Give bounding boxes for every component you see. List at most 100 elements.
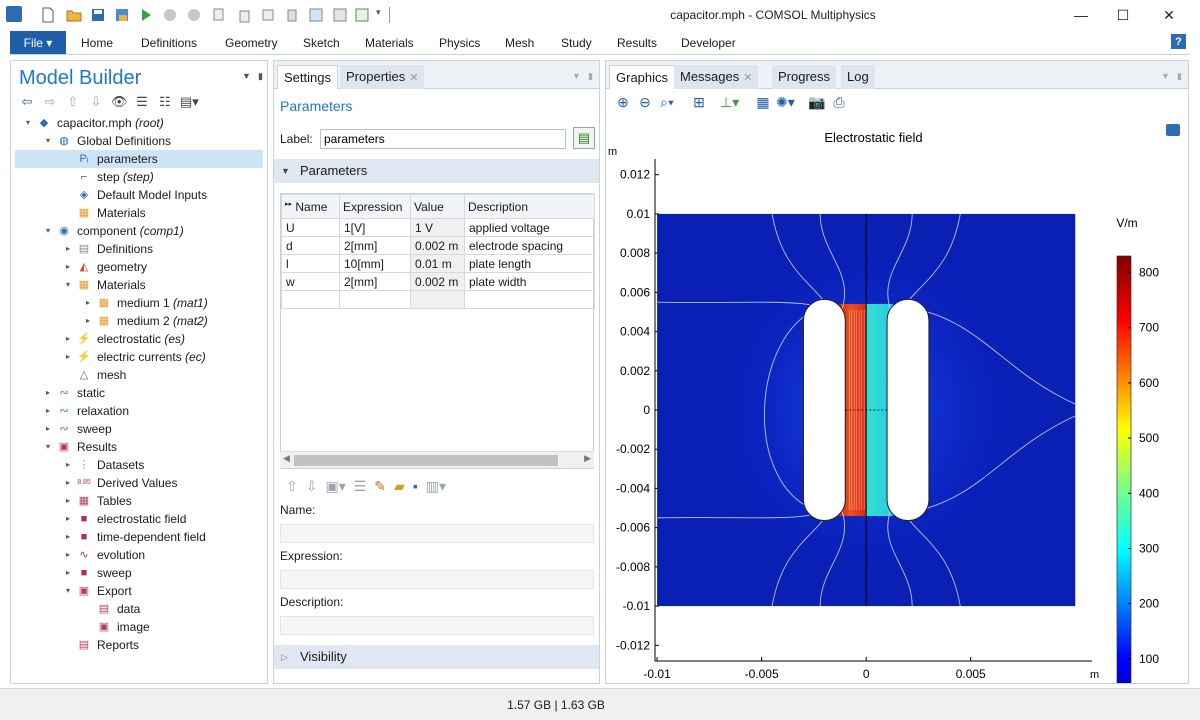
tree-item[interactable]: ▸ ▦ Tables [15,492,263,510]
param-name-cell[interactable]: d [281,236,340,255]
print-icon[interactable]: ⎙ [830,94,848,111]
tab-geometry[interactable]: Geometry [225,36,278,50]
tab-sketch[interactable]: Sketch [303,36,340,50]
collapse-arrow-icon[interactable]: ▾ [23,114,33,132]
param-expression-cell[interactable]: 1[V] [339,218,411,237]
expand-arrow-icon[interactable]: ▸ [63,564,73,582]
param-name-cell[interactable]: w [281,272,340,291]
zoom-extents-icon[interactable]: ⊞ [690,94,708,111]
tree-item[interactable]: ▸ ■ time-dependent field [15,528,263,546]
panel-menu-icon[interactable]: ▼ [572,71,581,81]
tab-log[interactable]: Log [841,65,875,89]
electrostatic-field-plot[interactable]: Electrostatic field 0.012 0.01 0.008 0.006 0.… [606,121,1188,683]
zoom-out-icon[interactable]: ⊖ [636,94,654,111]
tree-item[interactable]: ▤ data [15,600,263,618]
param-name-cell[interactable] [281,290,340,309]
tree-item[interactable]: Pᵢ parameters [15,150,263,168]
param-expression-cell[interactable]: 2[mm] [339,236,411,255]
table-row[interactable]: d 2[mm] 0.002 m electrode spacing [281,236,595,255]
close-icon[interactable]: ✕ [409,72,418,84]
help-button[interactable]: ? [1171,34,1186,49]
parameters-section-header[interactable]: ▼ Parameters [274,159,599,183]
tree-item[interactable]: ▦ Materials [15,204,263,222]
param-expression-cell[interactable] [339,290,411,309]
expand-arrow-icon[interactable]: ▸ [63,528,73,546]
grid-toggle-icon[interactable]: ▦ [754,94,772,111]
param-description-cell[interactable]: electrode spacing [464,236,595,255]
tree-item[interactable]: ▸ ▦ medium 2 (mat2) [15,312,263,330]
tree-item[interactable]: ▸ ∾ relaxation [15,402,263,420]
tab-developer[interactable]: Developer [681,36,736,50]
tree-item[interactable]: ▸ ⋮ Datasets [15,456,263,474]
panel-menu-icon[interactable]: ▼ [242,71,251,81]
expand-arrow-icon[interactable]: ▸ [63,240,73,258]
collapse-arrow-icon[interactable]: ▾ [43,438,53,456]
tree-item[interactable]: ▾ ◍ Global Definitions [15,132,263,150]
clear-table-icon[interactable]: ☰ [354,478,367,495]
label-settings-button[interactable]: ▤ [573,127,595,149]
tree-item[interactable]: ▣ image [15,618,263,636]
tab-graphics[interactable]: Graphics [609,65,676,89]
tree-item[interactable]: ▸ ∾ static [15,384,263,402]
param-description-cell[interactable]: applied voltage [464,218,595,237]
pin-icon[interactable]: ▮ [588,71,593,82]
tab-progress[interactable]: Progress [772,65,837,89]
tab-home[interactable]: Home [81,36,113,50]
tree-item[interactable]: ▸ ∾ sweep [15,420,263,438]
name-field[interactable] [280,524,594,543]
scroll-left-icon[interactable]: ◀ [283,453,290,464]
param-description-cell[interactable] [464,290,595,309]
tree-item[interactable]: ▾ ◉ component (comp1) [15,222,263,240]
table-row[interactable]: w 2[mm] 0.002 m plate width [281,272,595,291]
expand-arrow-icon[interactable]: ▸ [63,348,73,366]
expand-arrow-icon[interactable]: ▸ [63,456,73,474]
image-snapshot-icon[interactable]: 📷 [808,94,826,111]
param-description-cell[interactable]: plate width [464,272,595,291]
expand-arrow-icon[interactable]: ▸ [63,546,73,564]
zoom-box-icon[interactable]: ⌕▾ [658,94,676,111]
tree-item[interactable]: ▸ ⚡ electric currents (ec) [15,348,263,366]
select-all-icon[interactable]: ▸▸ [285,201,292,208]
tree-item[interactable]: ▾ ▣ Export [15,582,263,600]
tree-item[interactable]: △ mesh [15,366,263,384]
tree-item[interactable]: ▸ ∿ evolution [15,546,263,564]
expand-arrow-icon[interactable]: ▸ [63,510,73,528]
tab-mesh[interactable]: Mesh [505,36,534,50]
tree-item[interactable]: ▸ ▤ Definitions [15,240,263,258]
tree-item[interactable]: ▾ ▣ Results [15,438,263,456]
tree-item[interactable]: ▤ Reports [15,636,263,654]
forward-arrow-icon[interactable]: ⇨ [42,94,58,110]
tree-item[interactable]: ▸ ■ sweep [15,564,263,582]
back-arrow-icon[interactable]: ⇦ [19,94,35,110]
pin-icon[interactable]: ▮ [258,71,263,82]
model-tree-options-icon[interactable]: ▤▾ [180,94,199,110]
tree-item[interactable]: ▸ ■ electrostatic field [15,510,263,528]
column-header-name[interactable]: ▸▸ Name [281,194,340,219]
clear-icon[interactable]: ✎ [374,478,386,495]
table-row[interactable] [281,290,595,309]
expand-arrow-icon[interactable]: ▸ [43,420,53,438]
tab-settings[interactable]: Settings [277,65,338,89]
column-header-value[interactable]: Value [410,194,465,219]
panel-menu-icon[interactable]: ▼ [1161,71,1170,81]
param-expression-cell[interactable]: 2[mm] [339,272,411,291]
expand-arrow-icon[interactable]: ▸ [83,294,93,312]
tree-item[interactable]: ▸ 8.85 Derived Values [15,474,263,492]
scrollbar-thumb[interactable] [294,455,558,466]
table-row[interactable]: l 10[mm] 0.01 m plate length [281,254,595,273]
tree-item[interactable]: ▾ ▦ Materials [15,276,263,294]
param-expression-cell[interactable]: 10[mm] [339,254,411,273]
param-name-cell[interactable]: U [281,218,340,237]
collapse-arrow-icon[interactable]: ▾ [43,222,53,240]
visibility-section-header[interactable]: ▷ Visibility [274,645,599,669]
expand-arrow-icon[interactable]: ▸ [43,402,53,420]
file-menu-button[interactable]: File ▾ [10,31,66,54]
column-header-description[interactable]: Description [464,194,595,219]
tab-results[interactable]: Results [617,36,657,50]
table-row[interactable]: U 1[V] 1 Vapplied voltage [281,218,595,237]
tree-item[interactable]: ⌐ step (step) [15,168,263,186]
close-icon[interactable]: ✕ [743,72,752,84]
description-field[interactable] [280,616,594,635]
tree-item[interactable]: ▸ ◭ geometry [15,258,263,276]
axis-orientation-icon[interactable]: ⊥▾ [720,94,739,111]
